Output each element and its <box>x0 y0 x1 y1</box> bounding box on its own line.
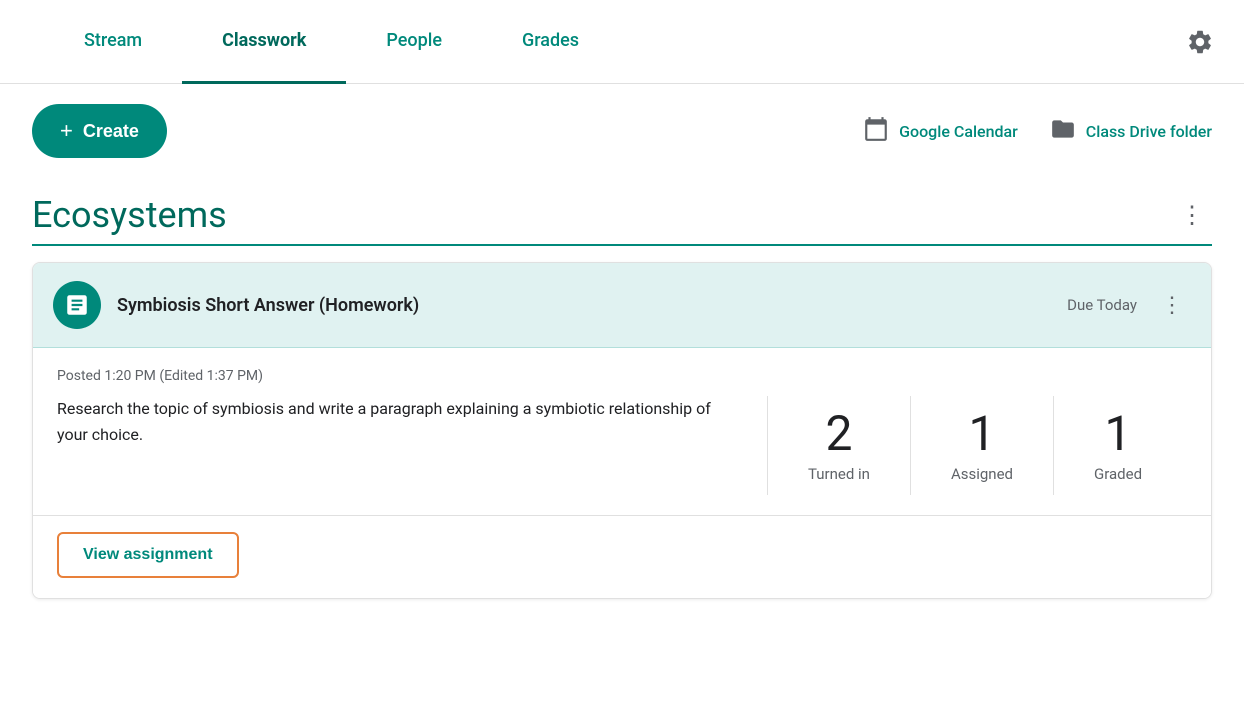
assignment-description: Research the topic of symbiosis and writ… <box>57 396 767 447</box>
toolbar: + Create Google Calendar Class Drive fol… <box>0 84 1244 178</box>
section-header: Ecosystems ⋮ <box>32 178 1212 246</box>
assignment-body: Posted 1:20 PM (Edited 1:37 PM) Research… <box>33 348 1211 515</box>
google-calendar-link[interactable]: Google Calendar <box>863 116 1018 146</box>
top-nav: Stream Classwork People Grades <box>0 0 1244 84</box>
graded-number: 1 <box>1105 408 1132 461</box>
assignment-more-button[interactable]: ⋮ <box>1153 289 1191 322</box>
tab-people[interactable]: People <box>346 0 482 84</box>
view-assignment-button[interactable]: View assignment <box>57 532 239 578</box>
view-assignment-row: View assignment <box>33 516 1211 598</box>
turned-in-number: 2 <box>825 408 852 461</box>
create-plus-icon: + <box>60 118 73 144</box>
create-label: Create <box>83 121 139 142</box>
nav-tabs: Stream Classwork People Grades <box>24 0 1180 84</box>
toolbar-right: Google Calendar Class Drive folder <box>863 116 1212 146</box>
create-button[interactable]: + Create <box>32 104 167 158</box>
stat-graded[interactable]: 1 Graded <box>1054 396 1182 495</box>
assignment-content: Research the topic of symbiosis and writ… <box>57 396 1187 495</box>
tab-people-label: People <box>386 30 442 51</box>
posted-time: Posted 1:20 PM (Edited 1:37 PM) <box>57 368 1187 384</box>
tab-stream-label: Stream <box>84 30 142 51</box>
assignment-card: Symbiosis Short Answer (Homework) Due To… <box>32 262 1212 599</box>
turned-in-label: Turned in <box>808 465 870 483</box>
section-more-button[interactable]: ⋮ <box>1172 197 1212 233</box>
section-title: Ecosystems <box>32 194 1172 236</box>
tab-classwork-label: Classwork <box>222 30 306 51</box>
drive-label: Class Drive folder <box>1086 122 1212 141</box>
view-assignment-label: View assignment <box>83 546 213 563</box>
tab-grades[interactable]: Grades <box>482 0 619 84</box>
due-label: Due Today <box>1067 296 1137 314</box>
assignment-icon <box>53 281 101 329</box>
tab-stream[interactable]: Stream <box>44 0 182 84</box>
calendar-label: Google Calendar <box>899 122 1018 141</box>
assigned-number: 1 <box>969 408 996 461</box>
calendar-icon <box>863 116 889 146</box>
folder-icon <box>1050 116 1076 146</box>
assignment-header[interactable]: Symbiosis Short Answer (Homework) Due To… <box>33 263 1211 348</box>
assignment-title: Symbiosis Short Answer (Homework) <box>117 295 1059 316</box>
class-drive-link[interactable]: Class Drive folder <box>1050 116 1212 146</box>
tab-classwork[interactable]: Classwork <box>182 0 346 84</box>
tab-grades-label: Grades <box>522 30 579 51</box>
settings-button[interactable] <box>1180 22 1220 62</box>
main-content: Ecosystems ⋮ Symbiosis Short Answer (Hom… <box>0 178 1244 599</box>
assigned-label: Assigned <box>951 465 1013 483</box>
stat-turned-in[interactable]: 2 Turned in <box>768 396 911 495</box>
graded-label: Graded <box>1094 465 1142 483</box>
stats-row: 2 Turned in 1 Assigned 1 Graded <box>767 396 1187 495</box>
stat-assigned[interactable]: 1 Assigned <box>911 396 1054 495</box>
